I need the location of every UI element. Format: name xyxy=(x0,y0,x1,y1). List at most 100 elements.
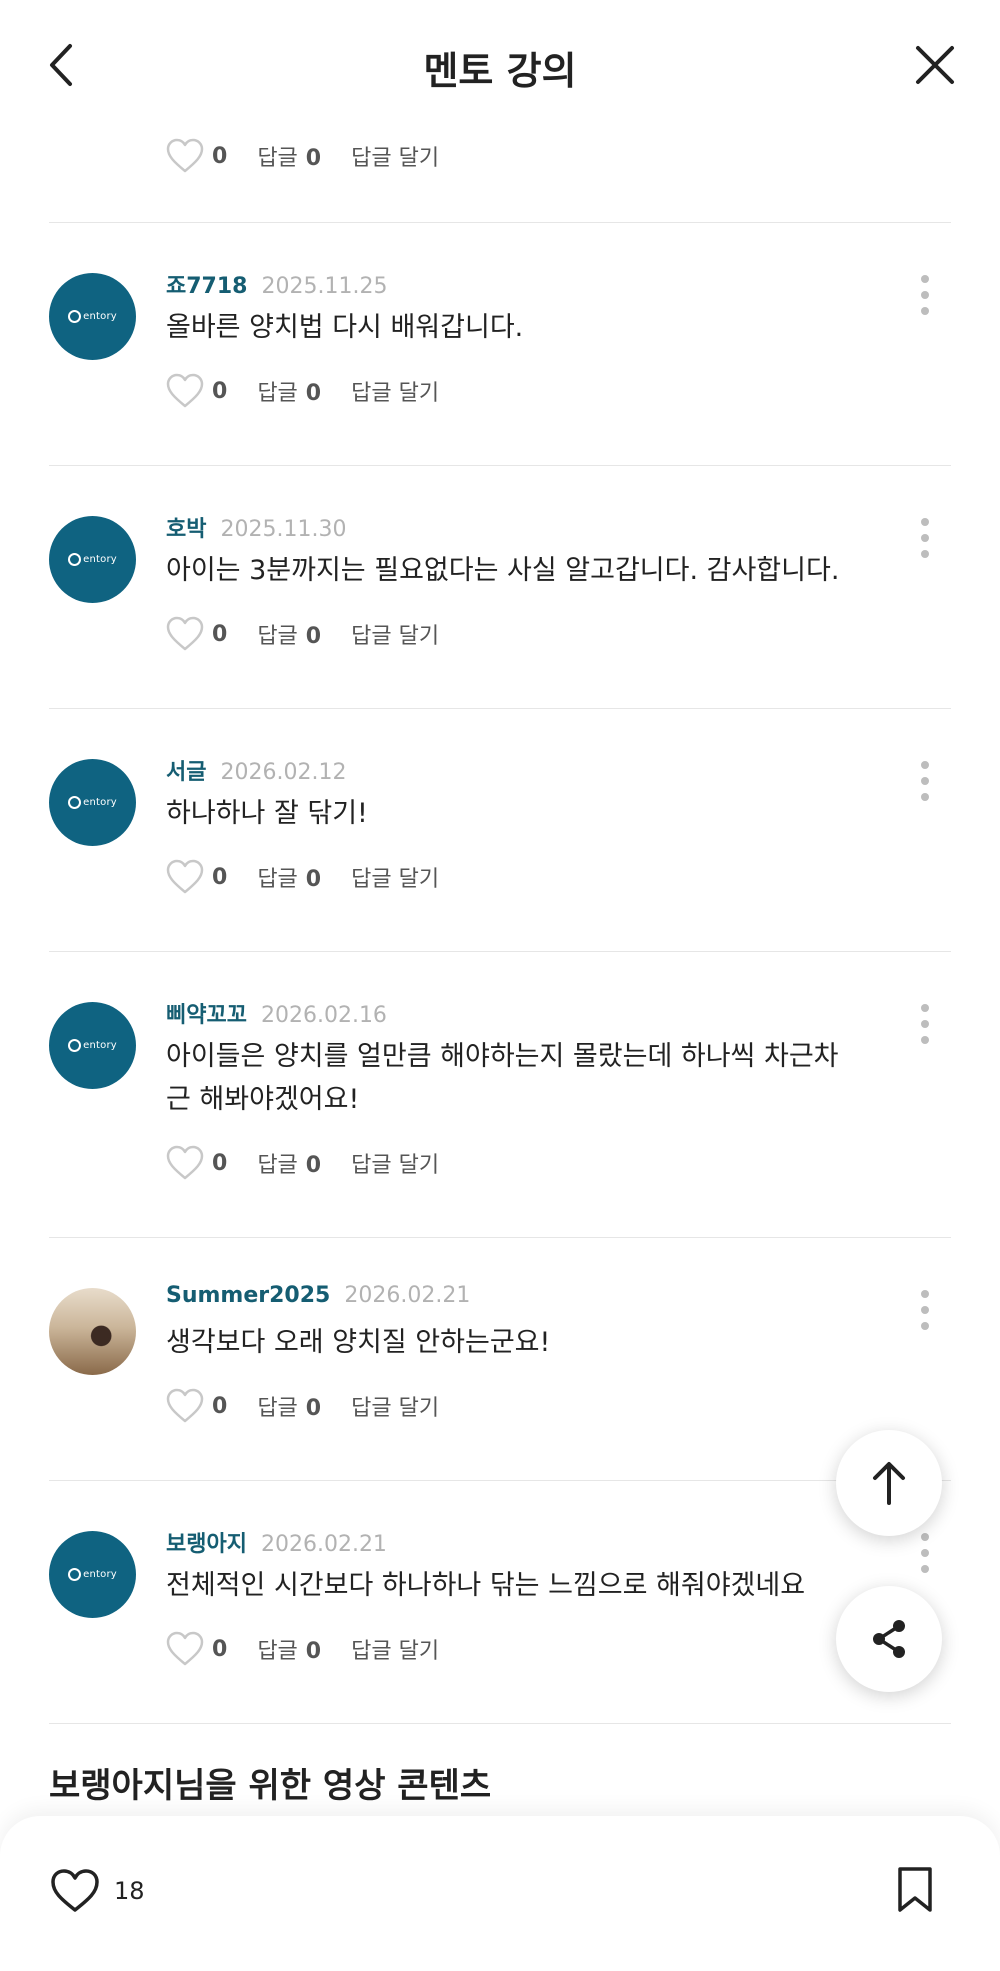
like-button[interactable]: 0 xyxy=(166,616,227,652)
reply-count[interactable]: 답글 0 xyxy=(257,140,321,172)
comment-body: 죠7718 2025.11.25 올바른 양치법 다시 배워갑니다. 0 답글 0… xyxy=(166,268,951,413)
avatar[interactable] xyxy=(49,1288,136,1375)
logo-text: entory xyxy=(83,554,117,565)
entory-logo: entory xyxy=(68,1039,117,1052)
share-button[interactable] xyxy=(836,1586,942,1692)
comment-actions: 0 답글 0 답글 달기 xyxy=(166,855,861,899)
write-reply-button[interactable]: 답글 달기 xyxy=(351,1147,439,1179)
comment-meta: Summer2025 2026.02.21 xyxy=(166,1283,861,1319)
close-button[interactable] xyxy=(910,40,960,90)
heart-outline-icon xyxy=(166,859,204,894)
like-button[interactable]: 0 xyxy=(166,1388,227,1424)
kebab-menu-icon[interactable] xyxy=(919,518,931,558)
write-reply-button[interactable]: 답글 달기 xyxy=(351,618,439,650)
post-like-button[interactable]: 18 xyxy=(50,1868,145,1914)
reply-count-value: 0 xyxy=(305,381,322,406)
heart-outline-icon xyxy=(166,1388,204,1423)
comment-author[interactable]: 보랭아지 xyxy=(166,1526,247,1558)
avatar[interactable]: entory xyxy=(49,1002,136,1089)
write-reply-button[interactable]: 답글 달기 xyxy=(351,861,439,893)
share-icon xyxy=(873,1620,905,1658)
kebab-menu-icon[interactable] xyxy=(919,1004,931,1044)
entory-logo: entory xyxy=(68,553,117,566)
comment-actions: 0 답글 0 답글 달기 xyxy=(166,134,1000,178)
comment-actions: 0 답글 0 답글 달기 xyxy=(166,1384,861,1428)
like-button[interactable]: 0 xyxy=(166,859,227,895)
heart-outline-icon xyxy=(166,373,204,408)
kebab-menu-icon[interactable] xyxy=(919,1533,931,1573)
comment-author[interactable]: 삐약꼬꼬 xyxy=(166,997,247,1029)
reply-count[interactable]: 답글 0 xyxy=(257,618,321,650)
heart-outline-icon xyxy=(51,1869,99,1912)
section-title: 보랭아지님을 위한 영상 콘텐츠 xyxy=(49,1766,492,1806)
reply-count[interactable]: 답글 0 xyxy=(257,1147,321,1179)
avatar[interactable]: entory xyxy=(49,273,136,360)
kebab-menu-icon[interactable] xyxy=(919,1290,931,1330)
reply-count[interactable]: 답글 0 xyxy=(257,1390,321,1422)
comment-meta: 삐약꼬꼬 2026.02.16 xyxy=(166,997,861,1033)
bookmark-button[interactable] xyxy=(896,1866,934,1918)
comment-item: entory 삐약꼬꼬 2026.02.16 아이들은 양치를 얼만큼 해야하는… xyxy=(0,952,1000,1185)
comment-author[interactable]: 죠7718 xyxy=(166,268,247,300)
comment-date: 2025.11.30 xyxy=(220,517,347,542)
like-count: 0 xyxy=(212,1636,228,1662)
reply-count-value: 0 xyxy=(305,1153,322,1178)
divider xyxy=(49,1723,951,1724)
heart-outline-icon xyxy=(166,138,204,173)
reply-label: 답글 xyxy=(257,146,298,171)
entory-logo: entory xyxy=(68,1568,117,1581)
like-count: 0 xyxy=(212,143,228,169)
comment-item: entory 호박 2025.11.30 아이는 3분까지는 필요없다는 사실 … xyxy=(0,466,1000,656)
avatar[interactable]: entory xyxy=(49,1531,136,1618)
like-button[interactable]: 0 xyxy=(166,138,227,174)
avatar[interactable]: entory xyxy=(49,759,136,846)
logo-text: entory xyxy=(83,311,117,322)
like-count: 0 xyxy=(212,864,228,890)
write-reply-button[interactable]: 답글 달기 xyxy=(351,375,439,407)
comment-meta: 죠7718 2025.11.25 xyxy=(166,268,861,304)
entory-logo: entory xyxy=(68,310,117,323)
heart-outline-icon xyxy=(166,1145,204,1180)
reply-label: 답글 xyxy=(257,624,298,649)
heart-outline-icon xyxy=(166,1631,204,1666)
reply-count-value: 0 xyxy=(305,1639,322,1664)
comment-meta: 서글 2026.02.12 xyxy=(166,754,861,790)
comment-author[interactable]: Summer2025 xyxy=(166,1283,330,1308)
comment-author[interactable]: 서글 xyxy=(166,754,206,786)
heart-outline-icon xyxy=(166,616,204,651)
entory-logo: entory xyxy=(68,796,117,809)
reply-label: 답글 xyxy=(257,1153,298,1178)
reply-count[interactable]: 답글 0 xyxy=(257,1633,321,1665)
reply-count[interactable]: 답글 0 xyxy=(257,375,321,407)
comment-body: 삐약꼬꼬 2026.02.16 아이들은 양치를 얼만큼 해야하는지 몰랐는데 … xyxy=(166,997,951,1185)
like-count: 0 xyxy=(212,1150,228,1176)
write-reply-button[interactable]: 답글 달기 xyxy=(351,1390,439,1422)
kebab-menu-icon[interactable] xyxy=(919,761,931,801)
write-reply-button[interactable]: 답글 달기 xyxy=(351,140,439,172)
comment-item: Summer2025 2026.02.21 생각보다 오래 양치질 안하는군요!… xyxy=(0,1238,1000,1428)
comment-body: 서글 2026.02.12 하나하나 잘 닦기! 0 답글 0 답글 달기 xyxy=(166,754,951,899)
like-button[interactable]: 0 xyxy=(166,1631,227,1667)
like-button[interactable]: 0 xyxy=(166,373,227,409)
top-header: 멘토 강의 xyxy=(0,0,1000,130)
kebab-menu-icon[interactable] xyxy=(919,275,931,315)
like-count: 0 xyxy=(212,621,228,647)
avatar[interactable]: entory xyxy=(49,516,136,603)
arrow-up-icon xyxy=(873,1462,905,1505)
write-reply-button[interactable]: 답글 달기 xyxy=(351,1633,439,1665)
scroll-top-button[interactable] xyxy=(836,1430,942,1536)
comment-date: 2026.02.21 xyxy=(344,1283,471,1308)
comment-author[interactable]: 호박 xyxy=(166,511,206,543)
like-button[interactable]: 0 xyxy=(166,1145,227,1181)
comment-date: 2026.02.21 xyxy=(260,1532,387,1557)
comment-meta: 호박 2025.11.30 xyxy=(166,511,861,547)
reply-label: 답글 xyxy=(257,381,298,406)
comment-date: 2025.11.25 xyxy=(261,274,388,299)
comment-body: Summer2025 2026.02.21 생각보다 오래 양치질 안하는군요!… xyxy=(166,1283,951,1428)
logo-text: entory xyxy=(83,797,117,808)
reply-label: 답글 xyxy=(257,867,298,892)
reply-count[interactable]: 답글 0 xyxy=(257,861,321,893)
comment-text: 생각보다 오래 양치질 안하는군요! xyxy=(166,1327,551,1358)
comment-date: 2026.02.12 xyxy=(220,760,347,785)
comment-text: 아이들은 양치를 얼만큼 해야하는지 몰랐는데 하나씩 차근차근 해봐야겠어요! xyxy=(166,1041,839,1115)
